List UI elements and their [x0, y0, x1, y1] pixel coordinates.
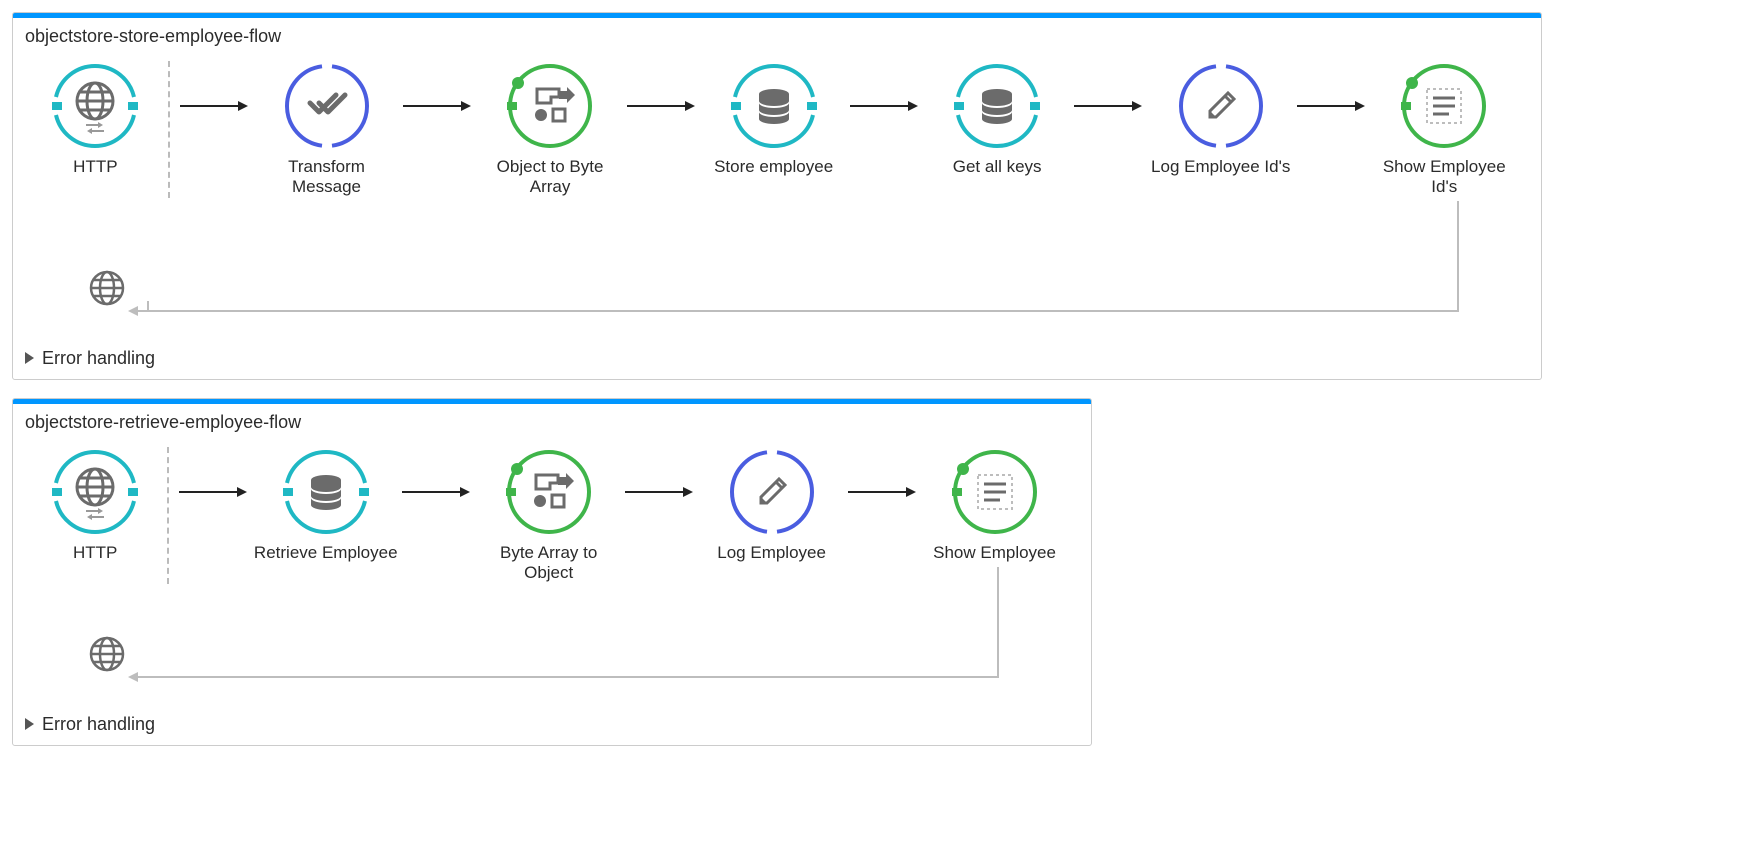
globe-icon [87, 634, 127, 674]
node-log[interactable]: Log Employee Id's [1144, 61, 1298, 177]
http-icon [50, 61, 140, 151]
arrow [627, 61, 697, 151]
node-show[interactable]: Show Employee [918, 447, 1071, 563]
flow-container-retrieve[interactable]: objectstore-retrieve-employee-flow [12, 398, 1092, 746]
return-row [63, 258, 1521, 318]
error-handling-label: Error handling [42, 714, 155, 735]
node-label: Store employee [714, 157, 833, 177]
flow-title: objectstore-store-employee-flow [13, 18, 1541, 51]
node-label: Transform Message [252, 157, 402, 198]
flow-body: HTTP [13, 437, 1091, 704]
flow-row: HTTP [33, 447, 1071, 584]
arrow [180, 61, 250, 151]
node-label: HTTP [73, 157, 117, 177]
arrow [850, 61, 920, 151]
source-divider [168, 61, 170, 198]
node-retrieve[interactable]: Retrieve Employee [249, 447, 402, 563]
node-show[interactable]: Show Employee Id's [1367, 61, 1521, 198]
node-label: Byte Array to Object [474, 543, 624, 584]
error-handling-label: Error handling [42, 348, 155, 369]
pencil-icon [727, 447, 817, 537]
node-label: HTTP [73, 543, 117, 563]
payload-icon [1399, 61, 1489, 151]
flow-row: HTTP [33, 61, 1521, 198]
arrow [402, 447, 472, 537]
db-icon [281, 447, 371, 537]
node-log[interactable]: Log Employee [695, 447, 848, 563]
node-label: Log Employee Id's [1151, 157, 1290, 177]
http-icon [50, 447, 140, 537]
globe-icon [87, 268, 127, 308]
arrow [1297, 61, 1367, 151]
chevron-right-icon [25, 718, 34, 730]
flow-title: objectstore-retrieve-employee-flow [13, 404, 1091, 437]
node-label: Object to Byte Array [475, 157, 625, 198]
convert-icon [504, 447, 594, 537]
payload-icon [950, 447, 1040, 537]
node-http[interactable]: HTTP [33, 447, 157, 563]
arrow [1074, 61, 1144, 151]
convert-icon [505, 61, 595, 151]
node-store[interactable]: Store employee [697, 61, 851, 177]
db-icon [729, 61, 819, 151]
chevron-right-icon [25, 352, 34, 364]
error-handling-toggle[interactable]: Error handling [13, 704, 1091, 745]
node-byte-to-obj[interactable]: Byte Array to Object [472, 447, 625, 584]
source-divider [167, 447, 169, 584]
node-transform[interactable]: Transform Message [250, 61, 404, 198]
transform-icon [282, 61, 372, 151]
pencil-icon [1176, 61, 1266, 151]
arrow [848, 447, 918, 537]
return-row [63, 624, 1071, 684]
arrow [625, 447, 695, 537]
node-label: Get all keys [953, 157, 1042, 177]
node-getkeys[interactable]: Get all keys [920, 61, 1074, 177]
node-label: Log Employee [717, 543, 826, 563]
flow-container-store[interactable]: objectstore-store-employee-flow [12, 12, 1542, 380]
arrow [403, 61, 473, 151]
db-icon [952, 61, 1042, 151]
node-label: Retrieve Employee [254, 543, 398, 563]
node-http[interactable]: HTTP [33, 61, 158, 177]
node-label: Show Employee [933, 543, 1056, 563]
error-handling-toggle[interactable]: Error handling [13, 338, 1541, 379]
arrow [179, 447, 249, 537]
node-label: Show Employee Id's [1369, 157, 1519, 198]
flow-body: HTTP [13, 51, 1541, 338]
node-obj-to-byte[interactable]: Object to Byte Array [473, 61, 627, 198]
